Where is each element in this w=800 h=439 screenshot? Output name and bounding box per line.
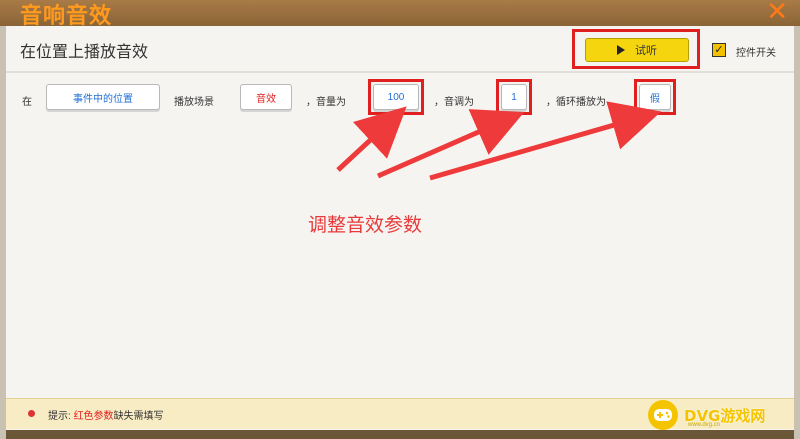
gamepad-icon <box>648 400 678 430</box>
watermark: DVG游戏网 www.dvg.cn <box>648 398 788 432</box>
text-pitch: ，音调为 <box>434 97 474 108</box>
toggle-label: 控件开关 <box>736 48 776 59</box>
sound-chip[interactable]: 音效 <box>240 84 292 110</box>
tryout-button[interactable]: 试听 <box>585 38 689 62</box>
location-chip[interactable]: 事件中的位置 <box>46 84 160 110</box>
annotation-label: 调整音效参数 <box>308 214 423 236</box>
text-volume: ，音量为 <box>306 97 346 108</box>
volume-chip[interactable]: 100 <box>373 84 419 110</box>
hint-dot-icon <box>28 410 35 417</box>
hint-text: 提示: 红色参数缺失需填写 <box>48 407 164 422</box>
text-at: 在 <box>22 97 32 108</box>
play-icon <box>617 45 625 55</box>
text-loop: ，循环播放为 <box>546 97 606 108</box>
panel-title: 在位置上播放音效 <box>20 42 149 61</box>
text-scene: 播放场景 <box>174 97 214 108</box>
hint-highlight: 红色参数 <box>73 411 114 422</box>
hint-suffix: 缺失需填写 <box>113 411 164 422</box>
tryout-highlight-box: 试听 <box>572 29 700 69</box>
tryout-label: 试听 <box>635 45 657 57</box>
right-border <box>794 26 800 439</box>
checkbox-icon[interactable]: ✓ <box>712 43 726 57</box>
panel-header: 在位置上播放音效 试听 ✓ 控件开关 <box>6 26 794 73</box>
pitch-chip[interactable]: 1 <box>501 84 527 110</box>
loop-chip[interactable]: 假 <box>639 84 671 110</box>
watermark-sub: www.dvg.cn <box>688 422 721 428</box>
close-icon[interactable]: ✕ <box>766 0 788 27</box>
hint-prefix: 提示: <box>48 411 71 422</box>
dialog-panel: 在位置上播放音效 试听 ✓ 控件开关 在 事件中的位置 播放场景 音效 ，音量为… <box>6 26 794 430</box>
window-titlebar: 音响音效 ✕ <box>0 0 800 29</box>
